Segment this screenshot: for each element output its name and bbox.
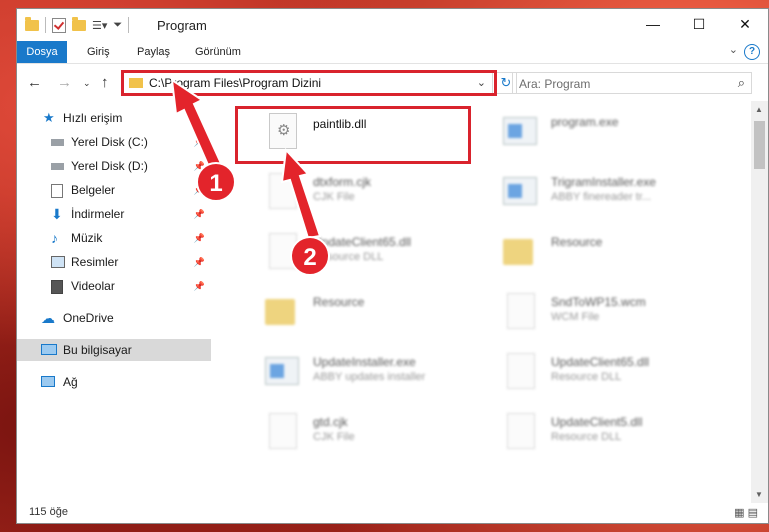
callout-arrows — [170, 77, 322, 240]
callout-arrow-1 — [170, 77, 226, 176]
callout-arrow-2 — [280, 147, 322, 240]
callout-badge-1: 1 — [196, 162, 236, 202]
callout-badge-2: 2 — [290, 236, 330, 276]
